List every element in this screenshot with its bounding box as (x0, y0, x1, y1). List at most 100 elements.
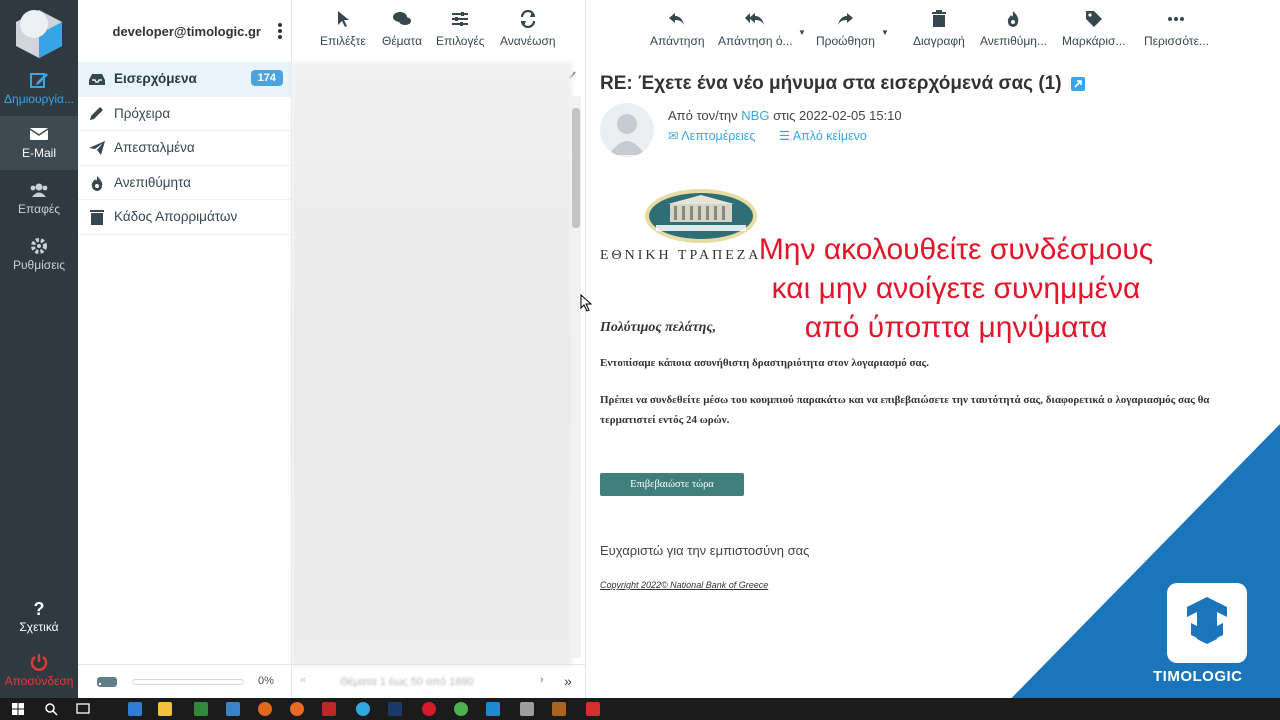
taskbar-app-icon[interactable] (586, 702, 600, 716)
mouse-pointer-icon (580, 294, 592, 312)
ellipsis-icon (1168, 17, 1185, 21)
reply-all-icon (745, 13, 765, 25)
comments-icon (393, 12, 412, 25)
list-scrollbar[interactable] (571, 96, 581, 658)
reply-button[interactable]: Απάντηση (650, 10, 705, 48)
logout-label: Αποσύνδεση (4, 674, 74, 688)
delete-button[interactable]: Διαγραφή (913, 10, 965, 48)
refresh-button[interactable]: Ανανέωση (500, 10, 556, 48)
account-menu-icon[interactable] (277, 22, 283, 40)
open-external-icon[interactable] (1070, 76, 1085, 91)
list-pager: « Θέματα 1 έως 50 από 1690 › » (292, 664, 586, 698)
junk-button[interactable]: Ανεπιθύμη... (980, 10, 1047, 48)
unread-count-badge: 174 (250, 70, 283, 86)
os-taskbar (0, 698, 1280, 720)
options-button[interactable]: Επιλογές (436, 10, 485, 48)
taskbar-app-icon[interactable] (128, 702, 142, 716)
roundcube-logo[interactable] (12, 6, 66, 60)
hard-drive-icon (97, 677, 117, 687)
more-label: Περισσότε... (1144, 34, 1209, 48)
cursor-icon (337, 11, 349, 27)
compose-icon (30, 73, 48, 88)
folder-inbox[interactable]: Εισερχόμενα 174 (78, 62, 291, 97)
reply-all-button[interactable]: Απάντηση ό... (718, 10, 793, 48)
details-link[interactable]: ✉ Λεπτομέρειες (668, 129, 765, 143)
select-button[interactable]: Επιλέξτε (320, 10, 366, 48)
warning-line: Μην ακολουθείτε συνδέσμους (758, 233, 1154, 266)
folder-sent[interactable]: Απεσταλμένα (78, 131, 291, 166)
taskbar-app-icon[interactable] (520, 702, 534, 716)
nav-contacts-label: Επαφές (18, 202, 60, 216)
sender-line: Από τον/την NBG στις 2022-02-05 15:10 (668, 108, 902, 123)
webmail-app: Δημιουργία... E-Mail Επαφές Ρυθμίσεις ? … (0, 0, 1280, 720)
email-paragraph: Εντοπίσαμε κάποια ασυνήθιστη δραστηριότη… (600, 357, 929, 369)
options-label: Επιλογές (436, 34, 485, 48)
firefox-icon[interactable] (290, 702, 304, 716)
nav-settings[interactable]: Ρυθμίσεις (0, 228, 78, 282)
opera-icon[interactable] (422, 702, 436, 716)
photoshop-icon[interactable] (388, 702, 402, 716)
folder-trash[interactable]: Κάδος Απορριμάτων (78, 200, 291, 235)
tag-icon (1085, 11, 1102, 27)
sent-date: στις 2022-02-05 15:10 (773, 108, 902, 123)
threads-button[interactable]: Θέματα (382, 10, 422, 48)
junk-label: Ανεπιθύμη... (980, 34, 1047, 48)
skype-icon[interactable] (356, 702, 370, 716)
plain-text-link[interactable]: ☰ Απλό κείμενο (779, 129, 877, 143)
sender-avatar (600, 103, 654, 157)
task-view-icon[interactable] (76, 702, 90, 716)
folder-label: Κάδος Απορριμάτων (114, 209, 238, 225)
refresh-icon (520, 10, 535, 28)
account-email: developer@timologic.gr (112, 23, 261, 39)
last-page-icon[interactable]: » (564, 673, 572, 689)
trash-icon (90, 210, 104, 225)
fire-icon (1008, 11, 1019, 27)
scrollbar-thumb[interactable] (572, 108, 580, 228)
forward-dropdown-icon[interactable]: ▼ (881, 28, 889, 37)
folder-label: Εισερχόμενα (114, 71, 197, 87)
forward-button[interactable]: Προώθηση (816, 10, 875, 48)
next-page-icon[interactable]: › (540, 674, 544, 686)
vscode-icon[interactable] (486, 702, 500, 716)
mark-button[interactable]: Μαρκάρισ... (1062, 10, 1125, 48)
mark-label: Μαρκάρισ... (1062, 34, 1126, 48)
nav-email-label: E-Mail (21, 146, 56, 160)
gear-icon (31, 238, 47, 254)
verify-now-button[interactable]: Επιβεβαιώστε τώρα (600, 473, 744, 496)
search-icon[interactable] (44, 702, 58, 716)
first-page-icon[interactable]: « (300, 674, 306, 686)
copyright-link[interactable]: Copyright 2022© National Bank of Greece (600, 580, 768, 590)
message-subject: RE: Έχετε ένα νέο μήνυμα στα εισερχόμενά… (600, 73, 1085, 95)
taskbar-app-icon[interactable] (552, 702, 566, 716)
nav-email[interactable]: E-Mail (0, 116, 78, 170)
compose-button[interactable]: Δημιουργία... (0, 62, 78, 116)
reply-all-dropdown-icon[interactable]: ▼ (798, 28, 806, 37)
timologic-logo-icon (1187, 597, 1227, 644)
folder-junk[interactable]: Ανεπιθύμητα (78, 166, 291, 200)
timologic-logo (1167, 583, 1247, 663)
more-button[interactable]: Περισσότε... (1144, 10, 1209, 48)
nav-contacts[interactable]: Επαφές (0, 172, 78, 226)
warning-line: και μην ανοίγετε συνημμένα (771, 272, 1141, 305)
pager-text: Θέματα 1 έως 50 από 1690 (340, 676, 474, 688)
filezilla-icon[interactable] (322, 702, 336, 716)
forward-label: Προώθηση (816, 34, 875, 48)
email-salutation: Πολύτιμος πελάτης, (600, 320, 717, 335)
email-closing: Ευχαριστώ για την εμπιστοσύνη σας (600, 543, 810, 558)
windows-start-icon[interactable] (12, 703, 24, 715)
message-list-panel: Επιλέξτε Θέματα Επιλογές Ανανέωση « Θέμα… (292, 0, 586, 698)
taskbar-app-icon[interactable] (258, 702, 272, 716)
taskbar-app-icon[interactable] (226, 702, 240, 716)
folder-drafts[interactable]: Πρόχειρα (78, 97, 291, 131)
warning-line: από ύποπτα μηνύματα (804, 311, 1108, 344)
logout-button[interactable]: Αποσύνδεση (0, 644, 78, 698)
chrome-icon[interactable] (454, 702, 468, 716)
file-explorer-icon[interactable] (158, 702, 172, 716)
taskbar-app-icon[interactable] (194, 702, 208, 716)
message-list-blurred[interactable] (292, 62, 572, 666)
user-icon (609, 114, 645, 155)
nav-about-label: Σχετικά (19, 620, 59, 634)
sliders-icon (452, 12, 469, 26)
nav-about[interactable]: ? Σχετικά (0, 590, 78, 644)
sender-name[interactable]: NBG (741, 108, 769, 123)
